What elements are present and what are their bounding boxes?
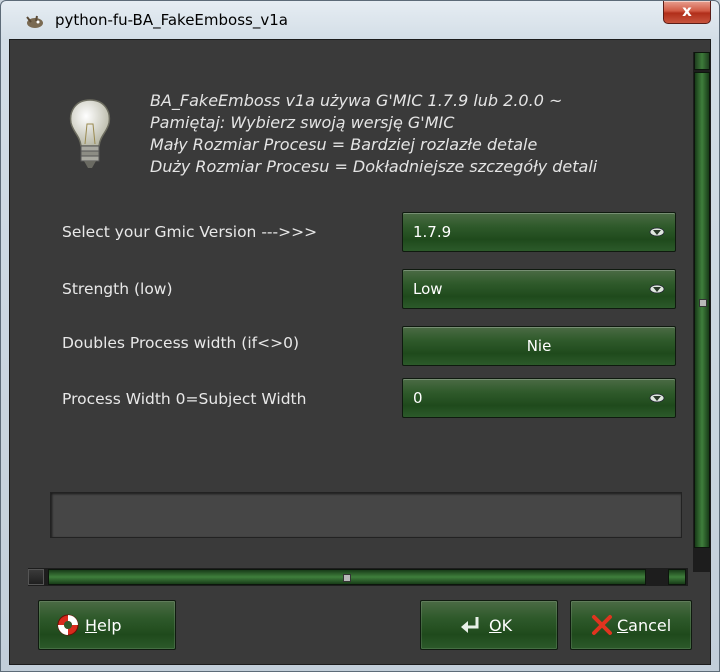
- strength-value: Low: [413, 280, 443, 298]
- info-line: Mały Rozmiar Procesu = Bardziej rozlazłe…: [150, 135, 538, 154]
- help-button[interactable]: Help: [38, 600, 176, 650]
- wilber-icon: [26, 15, 43, 28]
- horizontal-scrollbar[interactable]: [28, 568, 688, 586]
- window-title: python-fu-BA_FakeEmboss_v1a: [55, 11, 288, 29]
- doubles-width-toggle[interactable]: Nie: [402, 326, 676, 366]
- scroll-left-button[interactable]: [28, 569, 44, 585]
- vertical-scrollbar[interactable]: [693, 52, 711, 572]
- info-line: Pamiętaj: Wybierz swoją wersję G'MIC: [150, 113, 455, 132]
- gmic-version-select[interactable]: 1.7.9: [402, 212, 676, 252]
- scroll-grip-icon: [699, 299, 707, 307]
- cancel-button-label: Cancel: [617, 616, 672, 635]
- ok-button[interactable]: OK: [420, 600, 558, 650]
- scroll-grip-icon: [343, 574, 351, 582]
- ok-arrow-icon: [461, 617, 479, 633]
- strength-select[interactable]: Low: [402, 269, 676, 309]
- lightbulb-icon: [69, 99, 111, 168]
- cancel-x-icon: [592, 615, 612, 635]
- info-line: BA_FakeEmboss v1a używa G'MIC 1.7.9 lub …: [150, 91, 563, 110]
- doubles-width-value: Nie: [526, 337, 552, 355]
- info-line: Duży Rozmiar Procesu = Dokładniejsze szc…: [150, 157, 598, 176]
- horizontal-scroll-thumb[interactable]: [48, 569, 646, 585]
- scroll-right-button[interactable]: [668, 569, 686, 585]
- progress-bar: [50, 492, 682, 538]
- gmic-version-value: 1.7.9: [413, 223, 452, 241]
- info-text: BA_FakeEmboss v1a używa G'MIC 1.7.9 lub …: [150, 90, 597, 178]
- close-button[interactable]: x: [663, 1, 711, 24]
- process-width-label: Process Width 0=Subject Width: [62, 390, 307, 408]
- dropdown-arrow-icon: [649, 393, 665, 403]
- help-button-label: Help: [85, 616, 122, 635]
- dropdown-arrow-icon: [649, 227, 665, 237]
- process-width-select[interactable]: 0: [402, 378, 676, 418]
- strength-label: Strength (low): [62, 280, 173, 298]
- vertical-scroll-thumb[interactable]: [694, 72, 710, 548]
- process-width-value: 0: [413, 389, 423, 407]
- scroll-up-button[interactable]: [694, 52, 710, 70]
- doubles-width-label: Doubles Process width (if<>0): [62, 334, 299, 352]
- gmic-version-label: Select your Gmic Version --->>>: [62, 223, 318, 241]
- dialog-content: BA_FakeEmboss v1a używa G'MIC 1.7.9 lub …: [9, 39, 711, 665]
- dialog-window: python-fu-BA_FakeEmboss_v1a x BA_FakeEmb…: [0, 0, 720, 672]
- dropdown-arrow-icon: [649, 284, 665, 294]
- lifebuoy-icon: [57, 614, 79, 636]
- ok-button-label: OK: [489, 616, 513, 635]
- cancel-button[interactable]: Cancel: [570, 600, 692, 650]
- title-bar[interactable]: python-fu-BA_FakeEmboss_v1a x: [1, 1, 719, 39]
